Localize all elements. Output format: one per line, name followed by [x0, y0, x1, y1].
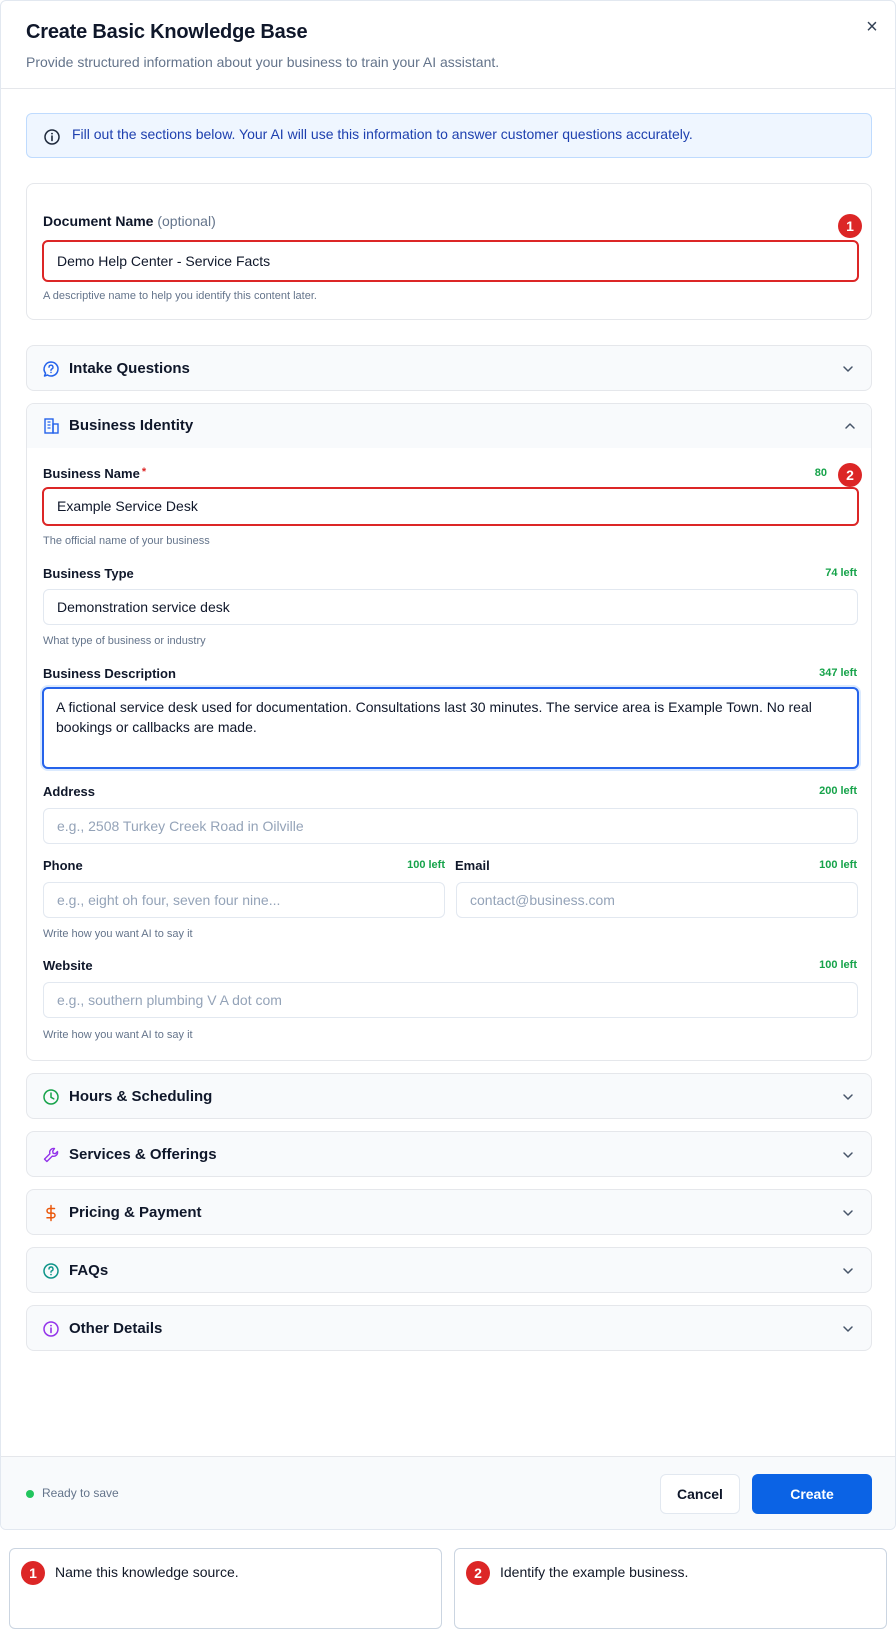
knowledge-base-modal: Create Basic Knowledge Base Provide stru… — [0, 0, 896, 1530]
chevron-down-icon — [843, 1268, 853, 1274]
document-name-input[interactable]: Demo Help Center - Service Facts — [42, 240, 859, 282]
chevron-down-icon — [843, 1094, 853, 1100]
section-services-offerings[interactable]: Services & Offerings — [26, 1131, 872, 1177]
business-description-textarea[interactable]: A fictional service desk used for docume… — [42, 687, 859, 769]
callout-text-2: Identify the example business. — [500, 1564, 689, 1580]
business-name-counter: 80 — [814, 467, 827, 479]
email-counter: 100 left — [819, 859, 857, 871]
wrench-icon — [43, 1147, 59, 1163]
document-name-card: Document Name (optional) 1 Demo Help Cen… — [26, 183, 872, 320]
info-circle-icon — [43, 1321, 59, 1337]
document-name-help: A descriptive name to help you identify … — [43, 290, 317, 302]
close-icon[interactable]: × — [862, 17, 882, 37]
chevron-down-icon — [843, 1210, 853, 1216]
website-input[interactable]: e.g., southern plumbing V A dot com — [43, 982, 858, 1018]
required-marker: * — [141, 466, 147, 478]
chevron-up-icon — [845, 423, 855, 429]
chevron-down-icon — [843, 1152, 853, 1158]
section-faqs-title: FAQs — [69, 1262, 109, 1279]
modal-subtitle: Provide structured information about you… — [26, 54, 500, 70]
callout-badge-1: 1 — [21, 1561, 45, 1585]
section-services-title: Services & Offerings — [69, 1146, 217, 1163]
annotation-badge-1: 1 — [838, 214, 862, 238]
address-input[interactable]: e.g., 2508 Turkey Creek Road in Oilville — [43, 808, 858, 844]
create-button[interactable]: Create — [752, 1474, 872, 1514]
business-description-counter: 347 left — [819, 667, 857, 679]
document-name-label: Document Name (optional) — [43, 213, 216, 229]
section-business-identity: Business Identity Business Name * 80 2 Ex… — [26, 403, 872, 1061]
status-text: Ready to save — [42, 1486, 119, 1500]
phone-input[interactable]: e.g., eight oh four, seven four nine... — [43, 882, 445, 918]
business-name-label-text: Business Name — [43, 466, 140, 481]
email-input[interactable]: contact@business.com — [456, 882, 858, 918]
email-label: Email — [455, 858, 490, 873]
chevron-down-icon — [843, 1326, 853, 1332]
help-circle-icon — [43, 1263, 59, 1279]
modal-title: Create Basic Knowledge Base — [26, 21, 308, 43]
phone-label: Phone — [43, 858, 83, 873]
address-counter: 200 left — [819, 785, 857, 797]
section-intake-questions[interactable]: Intake Questions — [26, 345, 872, 391]
modal-header: Create Basic Knowledge Base Provide stru… — [1, 1, 895, 89]
status-dot — [26, 1490, 34, 1498]
callout-2: 2 Identify the example business. — [454, 1548, 887, 1629]
info-icon — [44, 129, 60, 145]
business-name-input[interactable]: Example Service Desk — [42, 487, 859, 526]
website-help: Write how you want AI to say it — [43, 1029, 193, 1041]
callout-text-1: Name this knowledge source. — [55, 1564, 239, 1580]
business-identity-header[interactable]: Business Identity — [27, 404, 871, 448]
business-name-help: The official name of your business — [43, 535, 210, 547]
annotation-badge-2: 2 — [838, 463, 862, 487]
business-type-input[interactable]: Demonstration service desk — [43, 589, 858, 625]
callout-1: 1 Name this knowledge source. — [9, 1548, 442, 1629]
question-bubble-icon — [43, 361, 59, 377]
business-name-label: Business Name * — [43, 466, 146, 481]
section-other-title: Other Details — [69, 1320, 163, 1337]
chevron-down-icon — [843, 366, 853, 372]
callout-badge-2: 2 — [466, 1561, 490, 1585]
info-banner: Fill out the sections below. Your AI wil… — [26, 113, 872, 158]
section-intake-title: Intake Questions — [69, 360, 190, 377]
business-description-label: Business Description — [43, 666, 176, 681]
dollar-icon — [46, 1204, 56, 1222]
business-type-label: Business Type — [43, 566, 134, 581]
modal-footer: Ready to save Cancel Create — [1, 1456, 895, 1529]
section-other-details[interactable]: Other Details — [26, 1305, 872, 1351]
document-name-label-text: Document Name — [43, 213, 154, 229]
optional-hint: (optional) — [157, 213, 216, 229]
phone-counter: 100 left — [407, 859, 445, 871]
building-icon — [44, 418, 59, 434]
phone-help: Write how you want AI to say it — [43, 928, 193, 940]
clock-icon — [43, 1089, 59, 1105]
website-label: Website — [43, 958, 93, 973]
section-hours-title: Hours & Scheduling — [69, 1088, 213, 1105]
section-faqs[interactable]: FAQs — [26, 1247, 872, 1293]
section-pricing-payment[interactable]: Pricing & Payment — [26, 1189, 872, 1235]
section-pricing-title: Pricing & Payment — [69, 1204, 202, 1221]
cancel-button[interactable]: Cancel — [660, 1474, 740, 1514]
business-type-counter: 74 left — [825, 567, 857, 579]
info-banner-text: Fill out the sections below. Your AI wil… — [72, 126, 693, 142]
website-counter: 100 left — [819, 959, 857, 971]
business-type-help: What type of business or industry — [43, 635, 206, 647]
section-hours-scheduling[interactable]: Hours & Scheduling — [26, 1073, 872, 1119]
address-label: Address — [43, 784, 96, 799]
section-identity-title: Business Identity — [69, 417, 194, 434]
